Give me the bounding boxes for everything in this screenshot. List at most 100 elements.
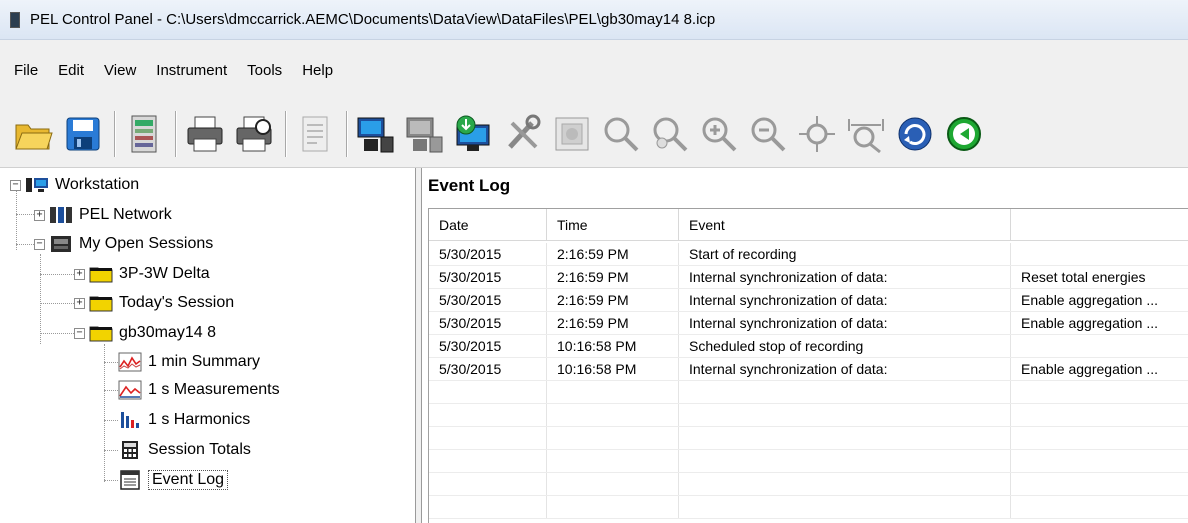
- zoom-fit-icon[interactable]: [844, 109, 888, 159]
- cell-event: Internal synchronization of data:: [679, 266, 1011, 288]
- table-row[interactable]: 5/30/2015 2:16:59 PM Internal synchroniz…: [429, 289, 1188, 312]
- connect-instrument-icon[interactable]: [354, 109, 398, 159]
- column-header-event[interactable]: Event: [679, 209, 1011, 240]
- tree-connector: [104, 362, 118, 363]
- session-tree: − Workstation + PEL Network − My Open Se…: [0, 168, 416, 523]
- empty-row: [429, 450, 1188, 473]
- cell-date: 5/30/2015: [429, 289, 547, 311]
- cell-time: 2:16:59 PM: [547, 243, 679, 265]
- tree-node-1-s-harmonics[interactable]: 1 s Harmonics: [118, 407, 250, 433]
- empty-row: [429, 496, 1188, 519]
- cell-time: 2:16:59 PM: [547, 266, 679, 288]
- app-icon: [10, 11, 20, 28]
- print-preview-icon[interactable]: [232, 109, 276, 159]
- sessions-icon: [49, 234, 73, 254]
- table-row[interactable]: 5/30/2015 2:16:59 PM Internal synchroniz…: [429, 312, 1188, 335]
- stop-icon[interactable]: [550, 109, 594, 159]
- tree-connector: [104, 420, 118, 421]
- cell-date: 5/30/2015: [429, 243, 547, 265]
- collapse-toggle[interactable]: −: [10, 179, 21, 191]
- tree-label-1-s-measurements: 1 s Measurements: [148, 381, 280, 398]
- tree-node-session[interactable]: − gb30may14 8: [74, 320, 216, 346]
- menu-tools[interactable]: Tools: [247, 62, 282, 79]
- folder-icon: [89, 293, 113, 313]
- cell-date: 5/30/2015: [429, 266, 547, 288]
- tree-label-my-open-sessions: My Open Sessions: [79, 235, 214, 252]
- tree-label-pel-network: PEL Network: [79, 206, 172, 223]
- cell-details: [1011, 335, 1188, 357]
- tree-node-1-s-measurements[interactable]: 1 s Measurements: [118, 377, 280, 403]
- panel-title: Event Log: [428, 176, 511, 195]
- tree-node-session-totals[interactable]: Session Totals: [118, 437, 251, 463]
- empty-row: [429, 473, 1188, 496]
- table-row[interactable]: 5/30/2015 10:16:58 PM Scheduled stop of …: [429, 335, 1188, 358]
- menu-file[interactable]: File: [14, 62, 38, 79]
- measurements-chart-icon: [118, 380, 142, 400]
- document-disabled-icon[interactable]: [293, 109, 337, 159]
- tree-connector: [104, 390, 118, 391]
- tree-node-workstation[interactable]: − Workstation: [10, 172, 139, 198]
- back-icon[interactable]: [942, 109, 986, 159]
- pan-icon[interactable]: [795, 109, 839, 159]
- collapse-toggle[interactable]: −: [74, 327, 85, 339]
- collapse-toggle[interactable]: −: [34, 238, 45, 250]
- menu-help[interactable]: Help: [302, 62, 333, 79]
- cell-time: 10:16:58 PM: [547, 358, 679, 380]
- toolbar-separator: [175, 110, 177, 157]
- empty-row: [429, 404, 1188, 427]
- tree-label-session: Today's Session: [119, 294, 235, 311]
- tree-node-1-min-summary[interactable]: 1 min Summary: [118, 349, 260, 375]
- empty-row: [429, 381, 1188, 404]
- refresh-icon[interactable]: [893, 109, 937, 159]
- zoom-in-icon[interactable]: [697, 109, 741, 159]
- print-icon[interactable]: [183, 109, 227, 159]
- table-row[interactable]: 5/30/2015 2:16:59 PM Start of recording: [429, 243, 1188, 266]
- column-header-time[interactable]: Time: [547, 209, 679, 240]
- tree-connector: [16, 190, 17, 250]
- workstation-icon: [25, 175, 49, 195]
- cell-event: Internal synchronization of data:: [679, 312, 1011, 334]
- table-header: Date Time Event: [429, 209, 1188, 241]
- calculator-icon: [118, 440, 142, 460]
- cell-date: 5/30/2015: [429, 335, 547, 357]
- report-icon[interactable]: [122, 109, 166, 159]
- expand-toggle[interactable]: +: [74, 268, 85, 280]
- tree-node-pel-network[interactable]: + PEL Network: [34, 202, 172, 228]
- tree-connector: [104, 480, 118, 481]
- tree-node-session[interactable]: + Today's Session: [74, 290, 234, 316]
- tree-connector: [40, 254, 41, 344]
- empty-row: [429, 427, 1188, 450]
- zoom-icon[interactable]: [599, 109, 643, 159]
- table-row[interactable]: 5/30/2015 2:16:59 PM Internal synchroniz…: [429, 266, 1188, 289]
- menu-bar: File Edit View Instrument Tools Help: [0, 40, 1188, 100]
- save-icon[interactable]: [61, 109, 105, 159]
- download-icon[interactable]: [452, 109, 496, 159]
- tree-connector: [16, 214, 34, 215]
- column-header-date[interactable]: Date: [429, 209, 547, 240]
- disconnect-instrument-icon[interactable]: [403, 109, 447, 159]
- zoom-out-icon[interactable]: [746, 109, 790, 159]
- menu-view[interactable]: View: [104, 62, 136, 79]
- expand-toggle[interactable]: +: [34, 209, 45, 221]
- tree-label-1-s-harmonics: 1 s Harmonics: [148, 411, 251, 428]
- tree-node-event-log[interactable]: Event Log: [118, 467, 229, 493]
- folder-icon: [89, 323, 113, 343]
- zoom-reset-icon[interactable]: [648, 109, 692, 159]
- configure-tools-icon[interactable]: [501, 109, 545, 159]
- cell-event: Start of recording: [679, 243, 1011, 265]
- tree-label-event-log: Event Log: [148, 470, 229, 490]
- menu-instrument[interactable]: Instrument: [156, 62, 227, 79]
- expand-toggle[interactable]: +: [74, 297, 85, 309]
- table-row[interactable]: 5/30/2015 10:16:58 PM Internal synchroni…: [429, 358, 1188, 381]
- menu-edit[interactable]: Edit: [58, 62, 84, 79]
- harmonics-chart-icon: [118, 410, 142, 430]
- tree-connector: [16, 244, 34, 245]
- column-header-details[interactable]: [1011, 209, 1188, 240]
- cell-time: 10:16:58 PM: [547, 335, 679, 357]
- tree-connector: [104, 450, 118, 451]
- tree-node-my-open-sessions[interactable]: − My Open Sessions: [34, 231, 213, 257]
- tree-node-session[interactable]: + 3P-3W Delta: [74, 261, 210, 287]
- cell-details: Reset total energies: [1011, 266, 1188, 288]
- open-folder-icon[interactable]: [12, 109, 56, 159]
- title-bar: PEL Control Panel - C:\Users\dmccarrick.…: [0, 0, 1188, 40]
